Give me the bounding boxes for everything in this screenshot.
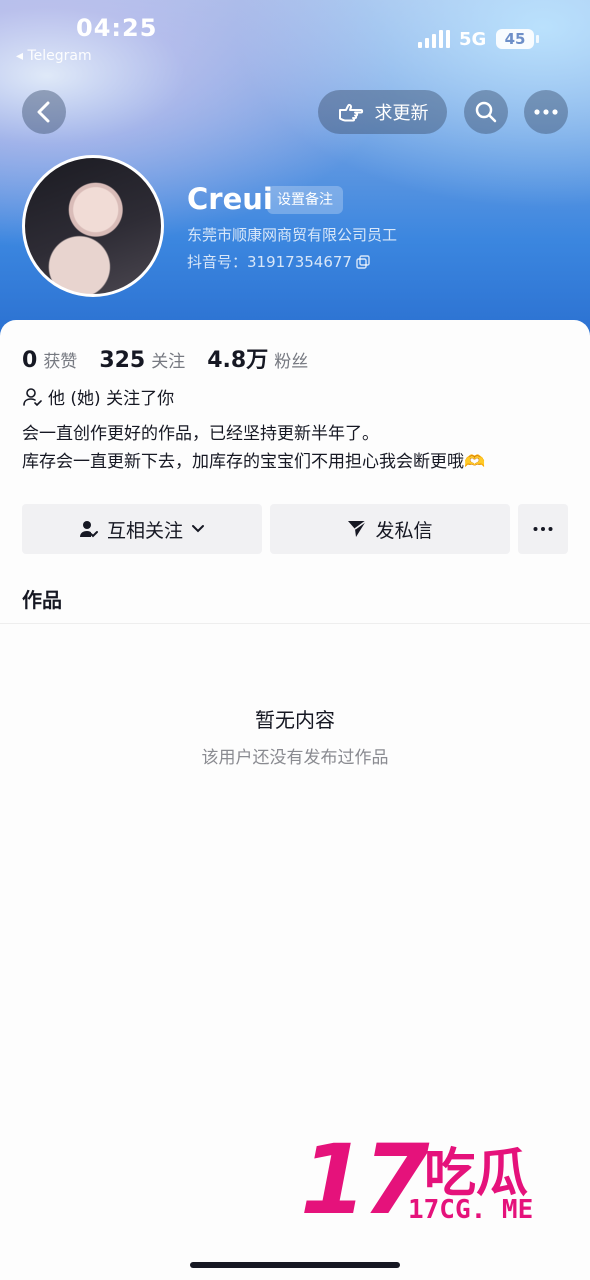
following-label: 关注 [151,352,186,372]
tab-works[interactable]: 作品 [22,584,62,613]
mutual-follow-button[interactable]: 互相关注 [22,504,262,554]
douyin-id-text: 抖音号：31917354677 [187,253,352,271]
bio: 会一直创作更好的作品，已经坚持更新半年了。 库存会一直更新下去，加库存的宝宝们不… [22,420,485,476]
more-dots-icon [533,527,553,531]
status-bar: 04:25 ◂ Telegram 5G 45 [0,0,590,80]
followers-label: 粉丝 [274,352,309,372]
send-icon [348,520,367,537]
profile-name: Creui [187,182,273,216]
request-update-button[interactable]: 求更新 [318,90,447,134]
watermark-url: 17CG. ME [408,1195,534,1225]
likes-stat[interactable]: 0 获赞 [22,347,77,373]
copy-icon [356,254,370,269]
douyin-id[interactable]: 抖音号：31917354677 [187,251,370,272]
network-label: 5G [459,29,487,50]
bio-line-1: 会一直创作更好的作品，已经坚持更新半年了。 [22,424,379,444]
search-icon [475,101,497,123]
action-row: 互相关注 发私信 [22,504,568,554]
following-stat[interactable]: 325 关注 [99,347,185,373]
following-count: 325 [99,348,146,373]
followers-count: 4.8万 [207,348,269,373]
mutual-follow-label: 互相关注 [106,519,183,542]
likes-count: 0 [22,348,38,373]
stats-row: 0 获赞 325 关注 4.8万 粉丝 [22,342,330,374]
more-dots-icon [534,109,558,115]
pointing-hand-icon [338,103,363,122]
profile-header: 04:25 ◂ Telegram 5G 45 求更新 Creui 设置备注 东莞… [0,0,590,345]
home-indicator[interactable] [190,1262,400,1268]
chevron-left-icon [37,101,50,123]
back-button[interactable] [22,90,66,134]
more-options-button[interactable] [524,90,568,134]
chevron-down-icon [192,525,204,533]
empty-state-subtitle: 该用户还没有发布过作品 [201,748,389,768]
empty-state-title: 暂无内容 [255,708,335,732]
follows-you-text: 他 (她) 关注了你 [48,389,175,409]
bio-line-2: 库存会一直更新下去，加库存的宝宝们不用担心我会断更哦🫶 [22,452,486,472]
follows-you-note: 他 (她) 关注了你 [22,384,174,409]
battery-icon: 45 [496,29,539,49]
search-button[interactable] [464,90,508,134]
send-message-label: 发私信 [375,519,433,542]
likes-label: 获赞 [43,352,78,372]
status-time: 04:25 [76,14,158,42]
followers-stat[interactable]: 4.8万 粉丝 [207,342,308,374]
user-check-icon [79,521,98,538]
more-actions-button[interactable] [518,504,568,554]
avatar[interactable] [22,155,164,297]
send-message-button[interactable]: 发私信 [270,504,510,554]
set-remark-button[interactable]: 设置备注 [267,186,343,214]
divider [0,623,590,624]
watermark-logo: 17 吃瓜 17CG. ME [300,1125,570,1235]
user-icon [23,387,42,406]
back-to-app-link[interactable]: ◂ Telegram [16,48,92,64]
request-update-label: 求更新 [374,103,429,124]
signal-icon [418,30,450,48]
profile-company: 东莞市顺康网商贸有限公司员工 [187,226,398,244]
watermark-number: 17 [300,1124,430,1236]
